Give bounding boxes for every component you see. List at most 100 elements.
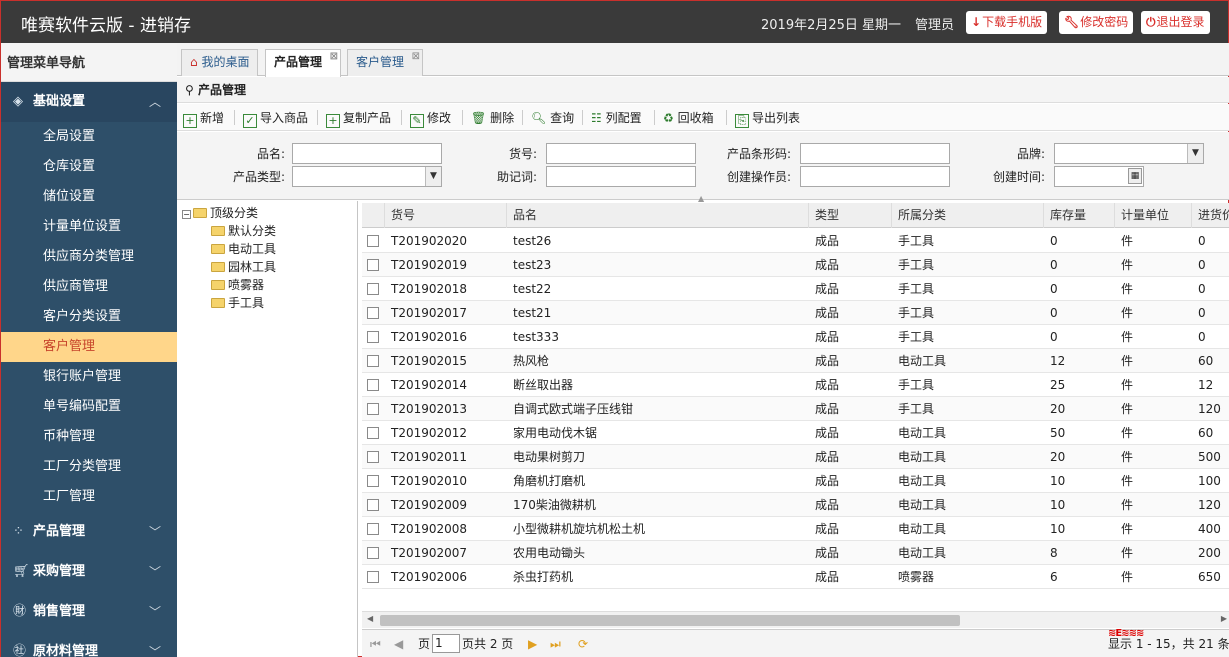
sidebar-item-factory[interactable]: 工厂管理 bbox=[1, 482, 177, 512]
sidebar-group-product[interactable]: ⁘ 产品管理 ﹀ bbox=[1, 512, 177, 552]
row-checkbox[interactable] bbox=[367, 499, 379, 511]
row-checkbox[interactable] bbox=[367, 259, 379, 271]
tree-node-garden-tools[interactable]: 园林工具 bbox=[211, 259, 276, 275]
table-row[interactable]: T201902011 电动果树剪刀 成品 电动工具 20 件 500 bbox=[362, 445, 1229, 469]
scroll-left-icon[interactable]: ◀ bbox=[367, 614, 373, 623]
collapse-icon[interactable]: − bbox=[182, 210, 191, 219]
first-page-icon[interactable]: ⏮ bbox=[370, 635, 381, 653]
sidebar-item-supplier-category[interactable]: 供应商分类管理 bbox=[1, 242, 177, 272]
table-row[interactable]: T201902016 test333 成品 手工具 0 件 0 bbox=[362, 325, 1229, 349]
table-row[interactable]: T201902013 自调式欧式端子压线钳 成品 手工具 20 件 120 bbox=[362, 397, 1229, 421]
sidebar-group-sales[interactable]: ㊖销售管理 ﹀ bbox=[1, 592, 177, 632]
sidebar-item-warehouse[interactable]: 仓库设置 bbox=[1, 152, 177, 182]
sidebar-item-number-config[interactable]: 单号编码配置 bbox=[1, 392, 177, 422]
sidebar-item-supplier[interactable]: 供应商管理 bbox=[1, 272, 177, 302]
close-icon[interactable]: ⊠ bbox=[330, 44, 338, 69]
column-header-purchase-price[interactable]: 进货价 bbox=[1192, 203, 1229, 228]
column-header-name[interactable]: 品名 bbox=[507, 203, 809, 228]
row-checkbox[interactable] bbox=[367, 235, 379, 247]
row-checkbox[interactable] bbox=[367, 379, 379, 391]
barcode-input[interactable] bbox=[800, 143, 950, 164]
tree-node-sprayer[interactable]: 喷雾器 bbox=[211, 277, 264, 293]
query-button[interactable]: 🔍︎ 查询 bbox=[531, 108, 574, 128]
prev-page-icon[interactable]: ◀ bbox=[394, 635, 403, 653]
sidebar-item-bank-account[interactable]: 银行账户管理 bbox=[1, 362, 177, 392]
tree-node-power-tools[interactable]: 电动工具 bbox=[211, 241, 276, 257]
add-button[interactable]: + 新增 bbox=[183, 108, 224, 128]
row-checkbox[interactable] bbox=[367, 523, 379, 535]
sidebar-item-factory-category[interactable]: 工厂分类管理 bbox=[1, 452, 177, 482]
row-checkbox[interactable] bbox=[367, 355, 379, 367]
tree-node-hand-tools[interactable]: 手工具 bbox=[211, 295, 264, 311]
last-page-icon[interactable]: ⏭ bbox=[550, 635, 561, 653]
change-password-button[interactable]: 🔧︎修改密码 bbox=[1059, 11, 1134, 34]
export-list-button[interactable]: ⎘ 导出列表 bbox=[735, 108, 800, 128]
logout-button[interactable]: ⏻退出登录 bbox=[1141, 11, 1210, 34]
download-app-button[interactable]: ↓下载手机版 bbox=[966, 11, 1048, 34]
table-row[interactable]: T201902010 角磨机打磨机 成品 电动工具 10 件 100 bbox=[362, 469, 1229, 493]
sidebar-group-purchase[interactable]: 🛒︎ 采购管理 ﹀ bbox=[1, 552, 177, 592]
created-time-input[interactable]: ▦ bbox=[1054, 166, 1144, 187]
tree-node-root[interactable]: − 顶级分类 bbox=[182, 205, 258, 221]
recycle-bin-button[interactable]: ♻ 回收箱 bbox=[663, 108, 714, 128]
sidebar-item-unit[interactable]: 计量单位设置 bbox=[1, 212, 177, 242]
page-number-input[interactable]: 1 bbox=[432, 634, 460, 653]
sidebar-item-customer[interactable]: 客户管理 bbox=[1, 332, 177, 362]
column-header-unit[interactable]: 计量单位 bbox=[1115, 203, 1192, 228]
collapse-handle[interactable]: ▲ bbox=[698, 194, 704, 203]
product-name-input[interactable] bbox=[292, 143, 442, 164]
table-row[interactable]: T201902008 小型微耕机旋坑机松土机 成品 电动工具 10 件 400 bbox=[362, 517, 1229, 541]
cell-type: 成品 bbox=[815, 426, 840, 440]
row-checkbox[interactable] bbox=[367, 451, 379, 463]
brand-select[interactable]: ▼ bbox=[1054, 143, 1204, 164]
tab-my-desktop[interactable]: ⌂ 我的桌面 bbox=[181, 49, 259, 76]
table-row[interactable]: T201902017 test21 成品 手工具 0 件 0 bbox=[362, 301, 1229, 325]
refresh-icon[interactable]: ⟳ bbox=[578, 635, 588, 653]
row-checkbox[interactable] bbox=[367, 475, 379, 487]
row-checkbox[interactable] bbox=[367, 307, 379, 319]
table-row[interactable]: T201902014 断丝取出器 成品 手工具 25 件 12 bbox=[362, 373, 1229, 397]
row-checkbox[interactable] bbox=[367, 427, 379, 439]
table-row[interactable]: T201902015 热风枪 成品 电动工具 12 件 60 bbox=[362, 349, 1229, 373]
scroll-right-icon[interactable]: ▶ bbox=[1221, 614, 1227, 623]
table-row[interactable]: T201902007 农用电动锄头 成品 电动工具 8 件 200 bbox=[362, 541, 1229, 565]
table-row[interactable]: T201902009 170柴油微耕机 成品 电动工具 10 件 120 bbox=[362, 493, 1229, 517]
column-header-category[interactable]: 所属分类 bbox=[892, 203, 1044, 228]
sidebar-item-customer-category[interactable]: 客户分类设置 bbox=[1, 302, 177, 332]
table-row[interactable]: T201902018 test22 成品 手工具 0 件 0 bbox=[362, 277, 1229, 301]
table-row[interactable]: T201902012 家用电动伐木锯 成品 电动工具 50 件 60 bbox=[362, 421, 1229, 445]
column-header-code[interactable]: 货号 bbox=[385, 203, 507, 228]
delete-button[interactable]: 🗑︎ 删除 bbox=[471, 108, 514, 128]
import-products-button[interactable]: ✓ 导入商品 bbox=[243, 108, 308, 128]
sidebar-item-location[interactable]: 储位设置 bbox=[1, 182, 177, 212]
column-config-button[interactable]: ☷ 列配置 bbox=[591, 108, 642, 128]
sidebar-item-currency[interactable]: 币种管理 bbox=[1, 422, 177, 452]
copy-product-button[interactable]: + 复制产品 bbox=[326, 108, 391, 128]
row-checkbox[interactable] bbox=[367, 403, 379, 415]
tree-node-default[interactable]: 默认分类 bbox=[211, 223, 276, 239]
sidebar-group-basic[interactable]: ◈ 基础设置 ︿ bbox=[1, 82, 177, 122]
calendar-icon[interactable]: ▦ bbox=[1128, 168, 1142, 184]
edit-button[interactable]: ✎ 修改 bbox=[410, 108, 451, 128]
next-page-icon[interactable]: ▶ bbox=[528, 635, 537, 653]
close-icon[interactable]: ⊠ bbox=[412, 44, 420, 69]
tab-customer-management[interactable]: 客户管理 ⊠ bbox=[347, 49, 424, 76]
sidebar-group-material[interactable]: ㊓原材料管理 ﹀ bbox=[1, 632, 177, 657]
horizontal-scrollbar[interactable]: ◀ ▶ bbox=[362, 611, 1229, 628]
table-row[interactable]: T201902006 杀虫打药机 成品 喷雾器 6 件 650 bbox=[362, 565, 1229, 589]
product-type-select[interactable]: ▼ bbox=[292, 166, 442, 187]
row-checkbox[interactable] bbox=[367, 547, 379, 559]
row-checkbox[interactable] bbox=[367, 283, 379, 295]
scrollbar-thumb[interactable] bbox=[380, 615, 960, 626]
creator-input[interactable] bbox=[800, 166, 950, 187]
column-header-type[interactable]: 类型 bbox=[809, 203, 892, 228]
mnemonic-input[interactable] bbox=[546, 166, 696, 187]
column-header-stock[interactable]: 库存量 bbox=[1044, 203, 1115, 228]
table-row[interactable]: T201902019 test23 成品 手工具 0 件 0 bbox=[362, 253, 1229, 277]
row-checkbox[interactable] bbox=[367, 331, 379, 343]
sidebar-item-global-settings[interactable]: 全局设置 bbox=[1, 122, 177, 152]
tab-product-management[interactable]: 产品管理 ⊠ bbox=[265, 49, 342, 77]
table-row[interactable]: T201902020 test26 成品 手工具 0 件 0 bbox=[362, 229, 1229, 253]
product-code-input[interactable] bbox=[546, 143, 696, 164]
row-checkbox[interactable] bbox=[367, 571, 379, 583]
